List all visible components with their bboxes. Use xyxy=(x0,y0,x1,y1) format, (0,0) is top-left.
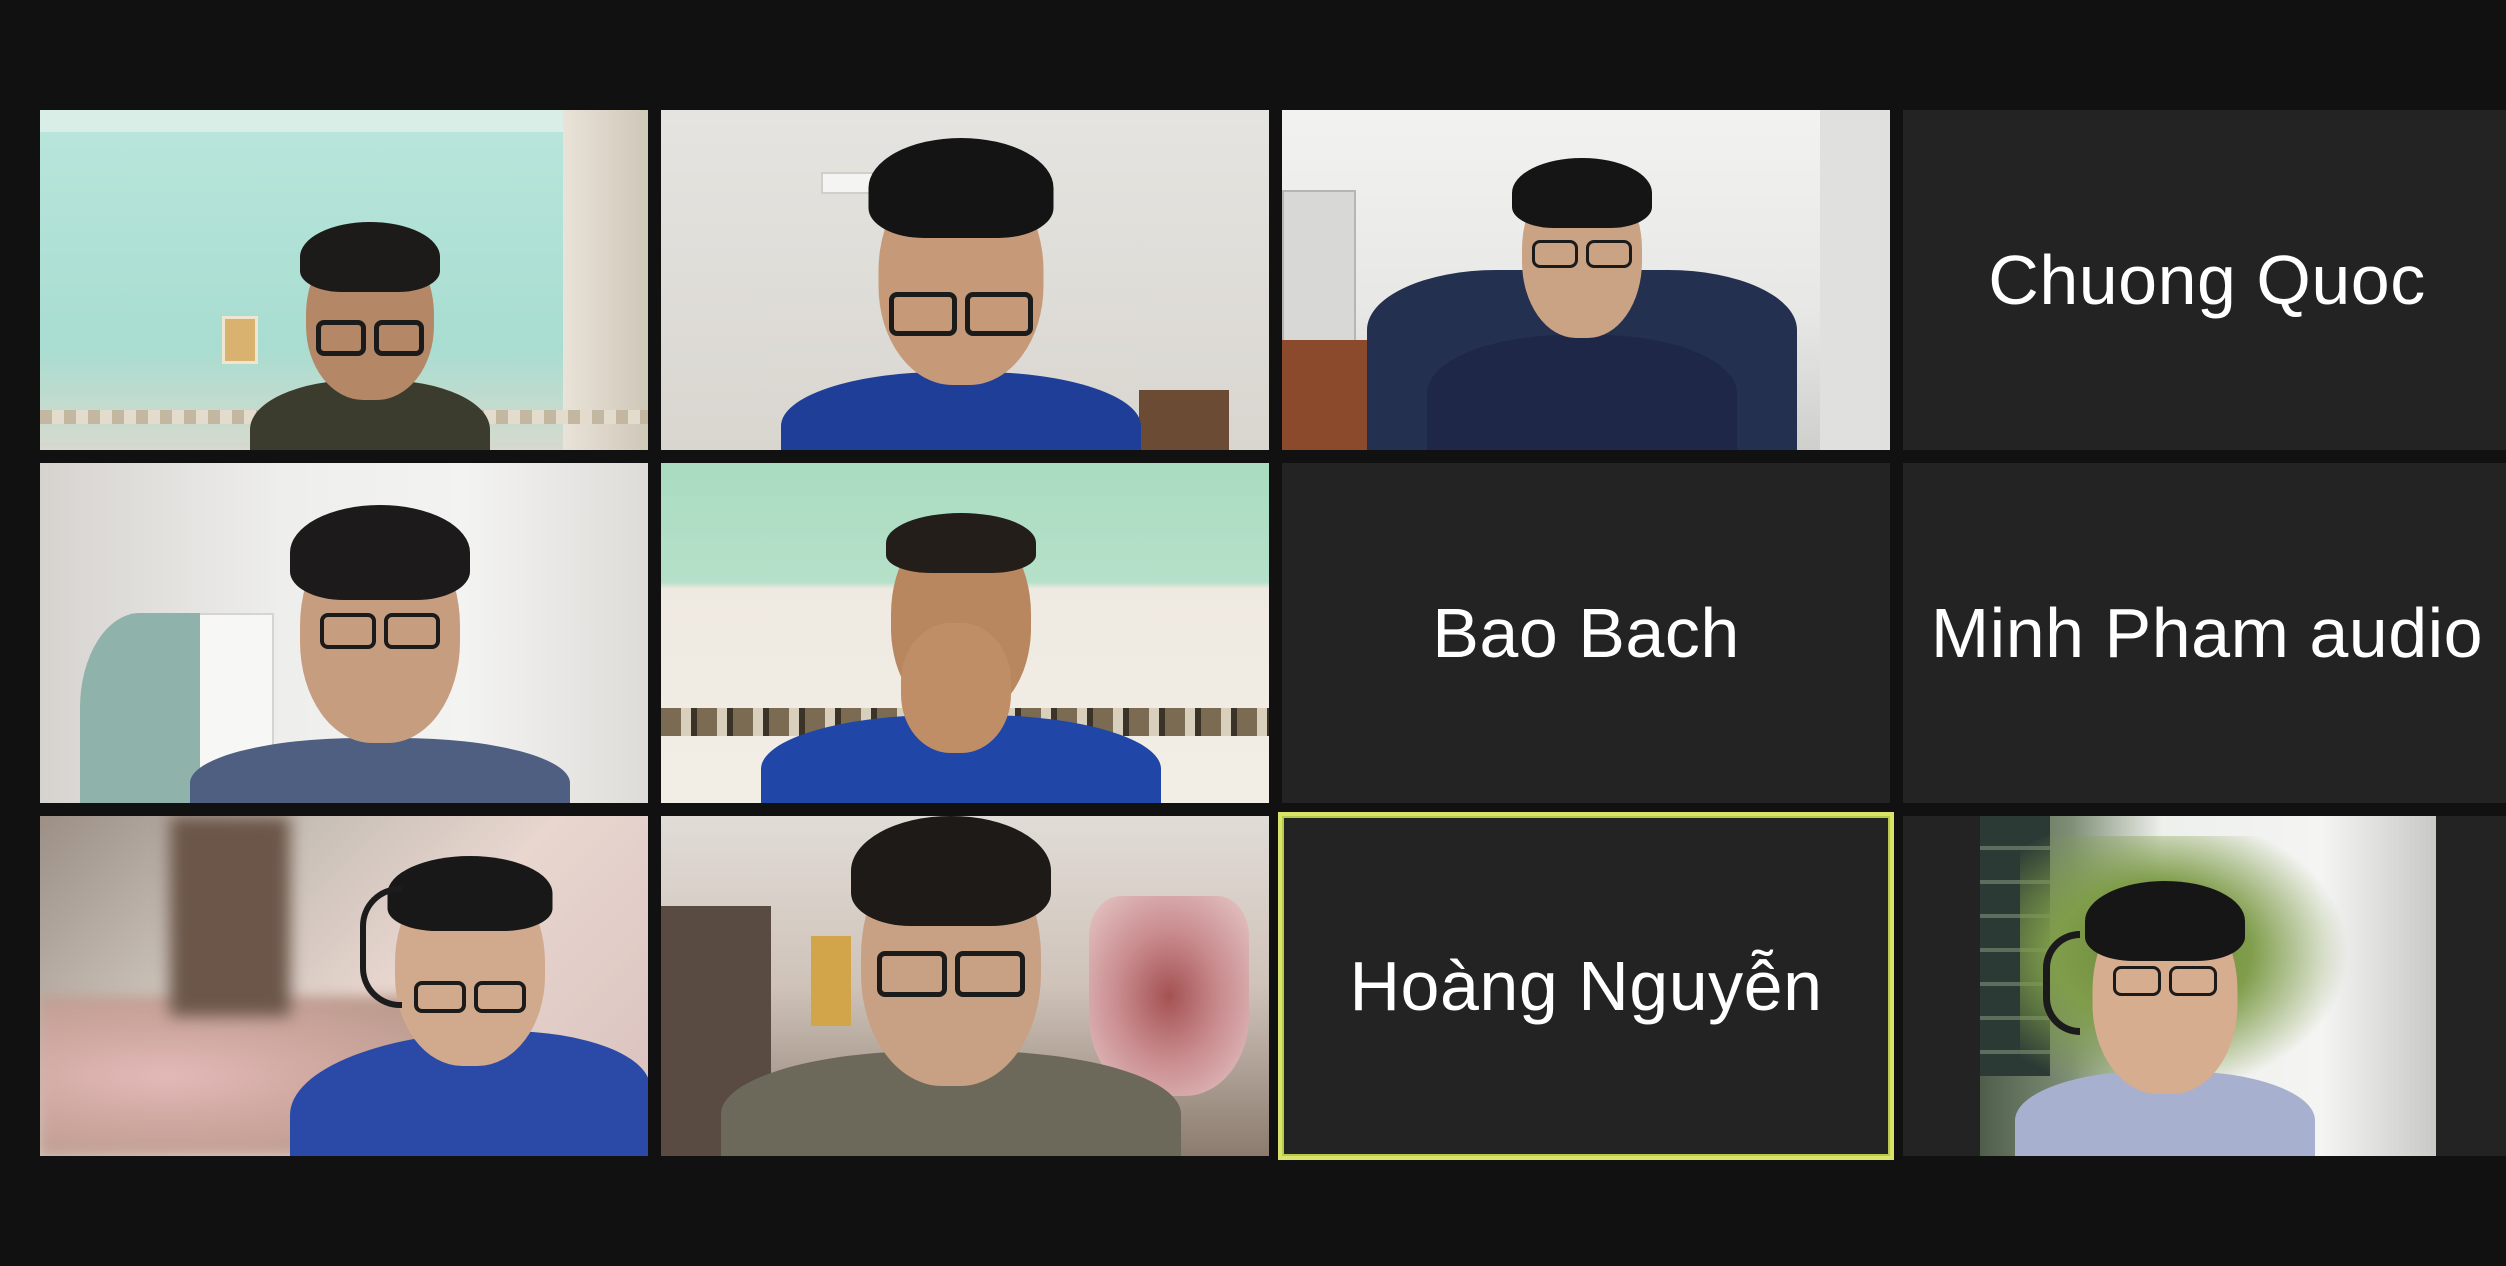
participant-name-tile[interactable]: Minh Pham audio xyxy=(1903,463,2506,803)
participant-name: Bao Bach xyxy=(1432,594,1740,672)
participant-video-tile[interactable] xyxy=(40,110,648,450)
participant-video-tile[interactable] xyxy=(661,110,1269,450)
participant-name-tile[interactable]: Bao Bach xyxy=(1282,463,1890,803)
participant-silhouette xyxy=(1342,110,1822,450)
active-speaker-tile[interactable]: Hoàng Nguyễn xyxy=(1278,812,1894,1160)
participant-video xyxy=(661,463,1269,803)
participant-name: Hoàng Nguyễn xyxy=(1349,947,1823,1025)
participant-silhouette xyxy=(751,463,1171,803)
participant-video xyxy=(661,110,1269,450)
participant-video-tile[interactable] xyxy=(40,463,648,803)
participant-video xyxy=(40,816,648,1156)
participant-video-tile[interactable] xyxy=(1282,110,1890,450)
participant-video xyxy=(1980,816,2436,1156)
participant-silhouette xyxy=(190,463,570,803)
participant-name: Chuong Quoc xyxy=(1988,241,2426,319)
participant-video-tile[interactable] xyxy=(1903,816,2506,1156)
video-gallery: Chuong Quoc Bao Bach Minh Pham audio Hoà… xyxy=(40,110,2506,1160)
participant-name: Minh Pham audio xyxy=(1930,594,2484,672)
participant-video-tile[interactable] xyxy=(40,816,648,1156)
participant-video xyxy=(40,110,648,450)
participant-silhouette xyxy=(2015,816,2315,1156)
participant-silhouette xyxy=(240,110,500,450)
participant-silhouette xyxy=(290,816,648,1156)
participant-video-tile[interactable] xyxy=(661,463,1269,803)
participant-silhouette xyxy=(781,110,1141,450)
participant-video xyxy=(661,816,1269,1156)
participant-video xyxy=(40,463,648,803)
participant-video-tile[interactable] xyxy=(661,816,1269,1156)
participant-silhouette xyxy=(721,816,1181,1156)
participant-video xyxy=(1282,110,1890,450)
participant-name-tile[interactable]: Chuong Quoc xyxy=(1903,110,2506,450)
